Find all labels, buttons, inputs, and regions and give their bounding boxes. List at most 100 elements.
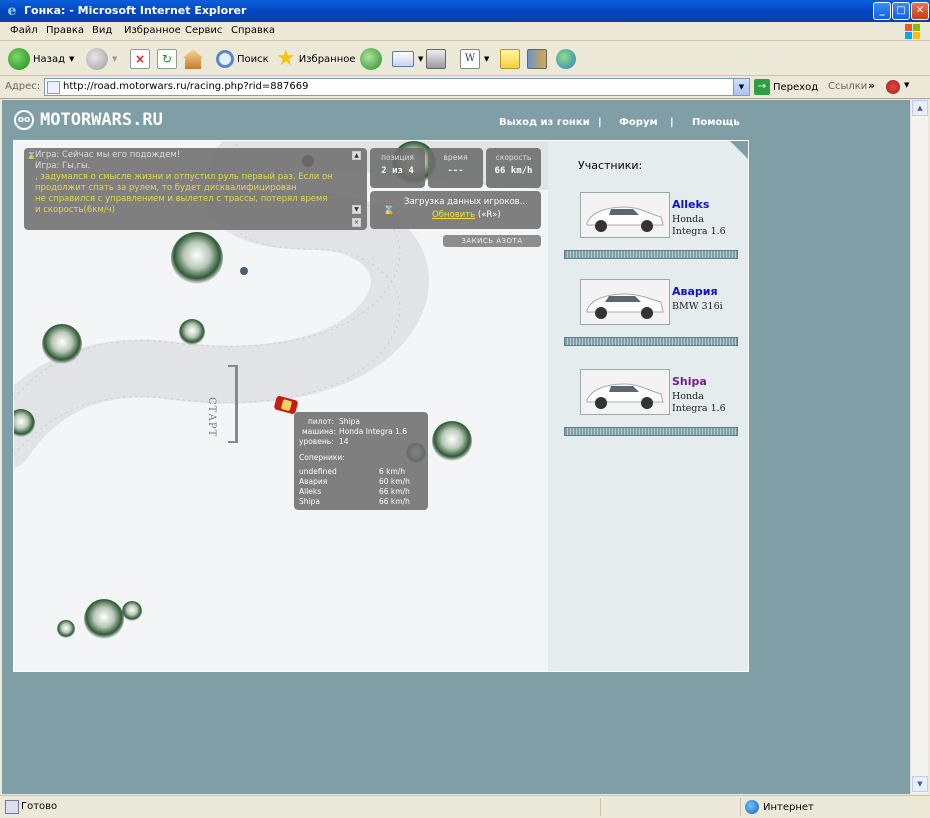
home-button[interactable] <box>183 46 203 72</box>
research-button[interactable] <box>527 46 547 72</box>
chat-line: Игра: Гы,гы. <box>35 161 91 171</box>
dropdown-arrow-icon[interactable]: ▼ <box>69 55 74 63</box>
rival-name: Авария <box>299 477 328 486</box>
rival-name: undefined <box>299 467 337 476</box>
page-viewport: oo MOTORWARS.RU Выход из гонки | Форум |… <box>2 100 910 794</box>
history-button[interactable] <box>360 46 382 72</box>
research-icon <box>527 49 547 69</box>
star-icon: ★ <box>276 46 296 71</box>
participant-name[interactable]: Авария <box>672 285 718 298</box>
menu-bar: Файл Правка Вид Избранное Сервис Справка <box>0 22 930 41</box>
addon-icon[interactable] <box>886 80 900 94</box>
dropdown-arrow-icon[interactable]: ▼ <box>904 81 909 89</box>
minimize-button[interactable]: _ <box>873 2 891 20</box>
car-icon <box>586 383 664 409</box>
links-label[interactable]: Ссылки <box>828 81 867 92</box>
nav-help[interactable]: Помощь <box>692 117 740 128</box>
menu-help[interactable]: Справка <box>231 25 275 36</box>
forward-button[interactable]: ▼ <box>86 46 117 72</box>
stop-icon: × <box>130 49 150 69</box>
word-icon: W <box>460 49 480 69</box>
chat-scroll-up-icon[interactable]: ▲ <box>352 151 361 160</box>
search-button[interactable]: Поиск <box>216 46 269 72</box>
site-logo[interactable]: oo MOTORWARS.RU <box>14 110 163 130</box>
favorites-button[interactable]: ★ Избранное <box>276 46 356 72</box>
rival-speed: 6 km/h <box>379 467 406 476</box>
nav-forum[interactable]: Форум <box>619 117 658 128</box>
toolbar: Назад ▼ ▼ × ↻ Поиск ★ Избранное ▼ W ▼ <box>0 42 930 76</box>
chat-panel: ⌛ Игра: Сейчас мы его подождем! Игра: Гы… <box>24 148 367 230</box>
nitro-button[interactable]: ЗАКИСЬ АЗОТА <box>443 235 541 247</box>
page-icon <box>47 81 60 94</box>
car-icon <box>586 293 664 319</box>
chevron-right-icon[interactable]: » <box>868 79 875 92</box>
start-label: СТАРТ <box>206 397 217 438</box>
rival-name: Alleks <box>299 487 322 496</box>
chat-line: не справился с управлением и вылетел с т… <box>35 194 328 204</box>
address-bar: Адрес: http://road.motorwars.ru/racing.p… <box>0 77 930 99</box>
scroll-down-icon[interactable]: ▼ <box>912 776 928 792</box>
mail-button[interactable]: ▼ <box>392 46 423 72</box>
menu-view[interactable]: Вид <box>92 25 112 36</box>
go-button[interactable]: → Переход <box>754 79 818 95</box>
corner-decoration <box>730 141 748 159</box>
pilot-name: Shipa <box>339 417 360 426</box>
rival-speed: 60 km/h <box>379 477 410 486</box>
back-button[interactable]: Назад ▼ <box>8 46 74 72</box>
close-button[interactable]: ✕ <box>911 2 929 20</box>
chat-line: Игра: Сейчас мы его подождем! <box>35 150 181 160</box>
messenger-button[interactable] <box>556 46 576 72</box>
pilot-level: 14 <box>339 437 349 446</box>
chevron-down-icon[interactable]: ▼ <box>733 79 749 95</box>
menu-edit[interactable]: Правка <box>46 25 84 36</box>
refresh-link[interactable]: Обновить <box>432 210 475 220</box>
title-bar: e Гонка: - Microsoft Internet Explorer _… <box>0 0 930 22</box>
refresh-button[interactable]: ↻ <box>157 46 177 72</box>
security-zone: Интернет <box>745 800 814 814</box>
participants-panel: Участники: Alleks Honda Integra 1.6 Авар… <box>548 141 748 671</box>
vertical-scrollbar[interactable]: ▲ ▼ <box>910 100 928 794</box>
race-map[interactable]: ⌛ Игра: Сейчас мы его подождем! Игра: Гы… <box>14 141 548 671</box>
chat-line: продолжит спать за рулем, то будет дискв… <box>35 183 297 193</box>
dropdown-arrow-icon[interactable]: ▼ <box>112 55 117 63</box>
hourglass-icon: ⌛ <box>382 203 396 216</box>
menu-favorites[interactable]: Избранное <box>124 25 181 36</box>
pilot-car: Honda Integra 1.6 <box>339 427 407 436</box>
chat-close-icon[interactable]: × <box>352 218 361 227</box>
dropdown-arrow-icon[interactable]: ▼ <box>484 55 489 63</box>
page-status-icon <box>5 800 19 814</box>
scroll-up-icon[interactable]: ▲ <box>912 100 928 116</box>
refresh-icon: ↻ <box>157 49 177 69</box>
nav-separator: | <box>598 117 602 128</box>
chat-scroll-down-icon[interactable]: ▼ <box>352 205 361 214</box>
car-icon <box>586 206 664 232</box>
history-icon <box>360 48 382 70</box>
player-info-panel: пилот: Shipa машина: Honda Integra 1.6 у… <box>294 412 428 510</box>
participant-name[interactable]: Alleks <box>672 198 709 211</box>
nav-exit-race[interactable]: Выход из гонки <box>499 117 590 128</box>
speed-stat: скорость 66 km/h <box>486 148 541 188</box>
participant-name[interactable]: Shipa <box>672 375 707 388</box>
menu-file[interactable]: Файл <box>10 25 38 36</box>
discuss-button[interactable] <box>500 46 520 72</box>
address-input[interactable]: http://road.motorwars.ru/racing.php?rid=… <box>44 78 750 96</box>
game-area: ⌛ Игра: Сейчас мы его подождем! Игра: Гы… <box>13 140 749 672</box>
dropdown-arrow-icon[interactable]: ▼ <box>418 55 423 63</box>
stop-button[interactable]: × <box>130 46 150 72</box>
menu-tools[interactable]: Сервис <box>185 25 222 36</box>
edit-button[interactable]: W ▼ <box>460 46 489 72</box>
maximize-button[interactable]: □ <box>892 2 910 20</box>
race-stats: позиция 2 из 4 время --- скорость 66 km/… <box>370 148 541 188</box>
car-image <box>580 192 670 238</box>
messenger-icon <box>556 49 576 69</box>
note-icon <box>500 49 520 69</box>
print-icon <box>426 49 446 69</box>
status-bar: Готово Интернет <box>0 795 930 818</box>
print-button[interactable] <box>426 46 446 72</box>
home-icon <box>183 49 203 69</box>
loading-panel: ⌛ Загрузка данных игроков... Обновить («… <box>370 191 541 229</box>
time-stat: время --- <box>428 148 483 188</box>
nav-separator: | <box>670 117 674 128</box>
mail-icon <box>392 51 414 67</box>
logo-circle-icon: oo <box>14 110 34 130</box>
